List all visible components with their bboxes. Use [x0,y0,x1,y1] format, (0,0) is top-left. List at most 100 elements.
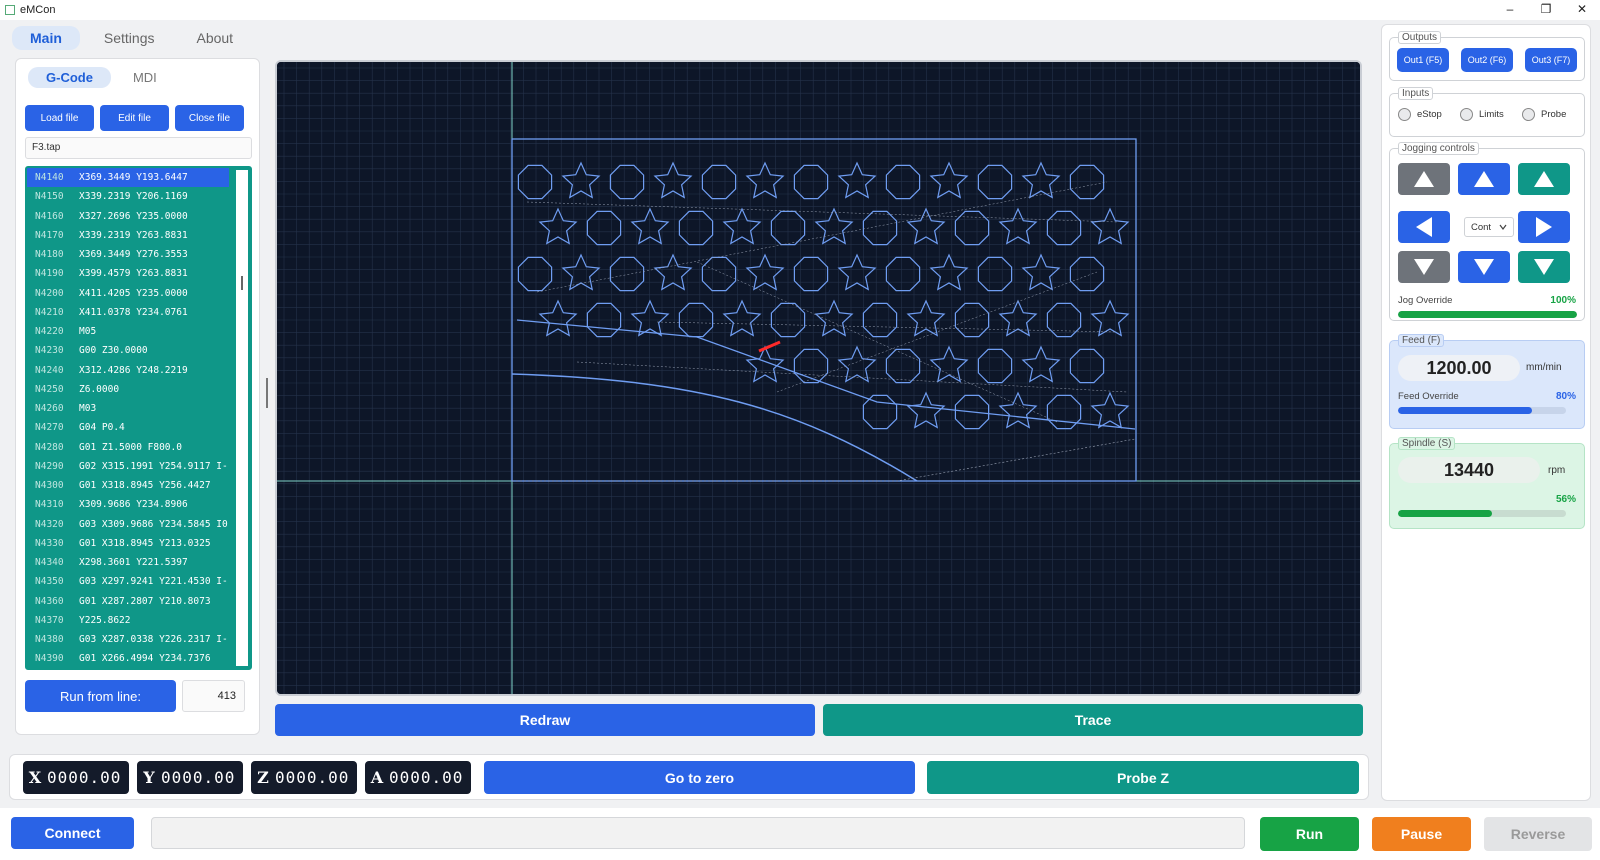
outputs-group: Outputs Out1 (F5) Out2 (F6) Out3 (F7) [1389,31,1585,81]
jog-z-up-button[interactable] [1398,163,1450,195]
gcode-line-number: N4350 [35,576,64,588]
tab-settings[interactable]: Settings [86,26,173,50]
gcode-line[interactable]: N4180 X369.3449 Y276.3553 [27,245,229,264]
gcode-line[interactable]: N4290 G02 X315.1991 Y254.9117 I- [27,457,229,476]
jogging-title: Jogging controls [1398,142,1479,155]
gcode-line[interactable]: N4200 X411.4205 Y235.0000 [27,284,229,303]
load-file-button[interactable]: Load file [25,105,94,131]
gcode-line[interactable]: N4270 G04 P0.4 [27,418,229,437]
gcode-line[interactable]: N4330 G01 X318.8945 Y213.0325 [27,534,229,553]
jog-a-down-button[interactable] [1518,251,1570,283]
gcode-line-code: G01 X266.4994 Y234.7376 [79,653,211,665]
jog-a-up-button[interactable] [1518,163,1570,195]
gcode-line-number: N4140 [35,172,64,183]
feed-rate-value[interactable]: 1200.00 [1398,355,1520,381]
edit-file-button[interactable]: Edit file [100,105,169,131]
go-to-zero-button[interactable]: Go to zero [484,761,915,794]
gcode-line[interactable]: N4250 Z6.0000 [27,380,229,399]
gcode-line[interactable]: N4280 G01 Z1.5000 F800.0 [27,438,229,457]
gcode-line-code: Y225.8622 [79,614,131,626]
chevron-down-icon [1499,224,1507,230]
feed-unit: mm/min [1526,362,1562,373]
connect-button[interactable]: Connect [11,817,134,849]
tab-main[interactable]: Main [12,26,80,50]
reverse-button[interactable]: Reverse [1484,817,1592,851]
out3-button[interactable]: Out3 (F7) [1525,48,1577,72]
gcode-line-number: N4170 [35,229,64,241]
trace-button[interactable]: Trace [823,704,1363,736]
gcode-line[interactable]: N4320 G03 X309.9686 Y234.5845 I0 [27,515,229,534]
run-from-line-button[interactable]: Run from line: [25,680,176,712]
gcode-line[interactable]: N4170 X339.2319 Y263.8831 [27,226,229,245]
feed-override-slider[interactable] [1398,407,1566,414]
limits-indicator: Limits [1460,108,1504,121]
pause-button[interactable]: Pause [1372,817,1471,851]
gcode-line[interactable]: N4240 X312.4286 Y248.2219 [27,361,229,380]
tab-gcode[interactable]: G-Code [28,67,111,88]
triangle-right-icon [1536,217,1552,237]
jog-mode-select[interactable]: Cont [1464,217,1514,237]
toolpath-canvas[interactable] [277,62,1360,694]
gcode-line[interactable]: N4220 M05 [27,322,229,341]
panel-splitter-handle[interactable] [266,378,268,408]
close-file-button[interactable]: Close file [175,105,244,131]
gcode-line[interactable]: N4210 X411.0378 Y234.0761 [27,303,229,322]
redraw-button[interactable]: Redraw [275,704,815,736]
gcode-line[interactable]: N4350 G03 X297.9241 Y221.4530 I- [27,572,229,591]
gcode-line[interactable]: N4260 M03 [27,399,229,418]
jog-x-plus-button[interactable] [1518,211,1570,243]
jog-y-plus-button[interactable] [1458,163,1510,195]
gcode-line[interactable]: N4340 X298.3601 Y221.5397 [27,553,229,572]
feed-override-fill [1398,407,1533,414]
out2-button[interactable]: Out2 (F6) [1461,48,1513,72]
z-axis-label: Z [257,768,269,787]
jog-y-minus-button[interactable] [1458,251,1510,283]
run-button[interactable]: Run [1260,817,1359,851]
gcode-line-number: N4180 [35,249,64,260]
out1-button[interactable]: Out1 (F5) [1397,48,1449,72]
gcode-line[interactable]: N4300 G01 X318.8945 Y256.4427 [27,476,229,495]
tab-about[interactable]: About [178,26,251,50]
gcode-line[interactable]: N4160 X327.2696 Y235.0000 [27,207,229,226]
maximize-button[interactable]: ❐ [1528,0,1564,20]
gcode-line-number: N4290 [35,460,64,472]
gcode-line[interactable]: N4150 X339.2319 Y206.1169 [27,187,229,206]
jog-override-slider[interactable] [1398,311,1577,318]
gcode-line[interactable]: N4370 Y225.8622 [27,611,229,630]
gcode-line-number: N4370 [35,614,64,626]
feed-override-label: Feed Override [1398,391,1459,402]
gcode-line[interactable]: N4310 X309.9686 Y234.8906 [27,495,229,514]
spindle-speed-value[interactable]: 13440 [1398,457,1540,483]
gcode-line-code: X399.4579 Y263.8831 [79,268,188,280]
gcode-line-number: N4220 [35,326,64,337]
gcode-line-code: M05 [79,326,97,337]
gcode-line[interactable]: N4360 G01 X287.2807 Y210.8073 [27,592,229,611]
jog-z-down-button[interactable] [1398,251,1450,283]
gcode-scrollbar[interactable] [236,170,248,666]
triangle-left-icon [1416,217,1432,237]
jog-x-minus-button[interactable] [1398,211,1450,243]
gcode-line[interactable]: N4140 X369.3449 Y193.6447 [27,168,229,188]
gcode-line[interactable]: N4190 X399.4579 Y263.8831 [27,264,229,283]
a-position-display: A 0000.00 [365,761,471,794]
gcode-lines[interactable]: N4140 X369.3449 Y193.6447 N4150 X339.2319 Y… [27,168,229,668]
gcode-scroll-thumb[interactable] [241,276,243,290]
close-window-button[interactable]: ✕ [1564,0,1600,20]
gcode-line[interactable]: N4380 G03 X287.0338 Y226.2317 I- [27,630,229,649]
run-from-line-input[interactable]: 413 [182,680,245,712]
gcode-line[interactable]: N4230 G00 Z30.0000 [27,341,229,360]
gcode-line[interactable]: N4390 G01 X266.4994 Y234.7376 [27,649,229,668]
feed-override-value: 80% [1555,391,1576,402]
spindle-override-slider[interactable] [1398,510,1566,517]
gcode-listing[interactable]: N4140 X369.3449 Y193.6447 N4150 X339.2319 Y… [25,166,252,670]
tab-mdi[interactable]: MDI [115,67,175,88]
minimize-button[interactable]: – [1492,0,1528,20]
x-axis-label: X [28,768,42,787]
gcode-line-code: G01 X318.8945 Y256.4427 [79,480,211,491]
probe-z-button[interactable]: Probe Z [927,761,1359,794]
gcode-subtabs: G-Code MDI [28,67,175,88]
toolpath-view[interactable] [275,60,1362,696]
estop-indicator: eStop [1398,108,1442,121]
gcode-line-number: N4150 [35,191,64,203]
bottom-bar: Connect Run Pause Reverse [0,808,1600,860]
